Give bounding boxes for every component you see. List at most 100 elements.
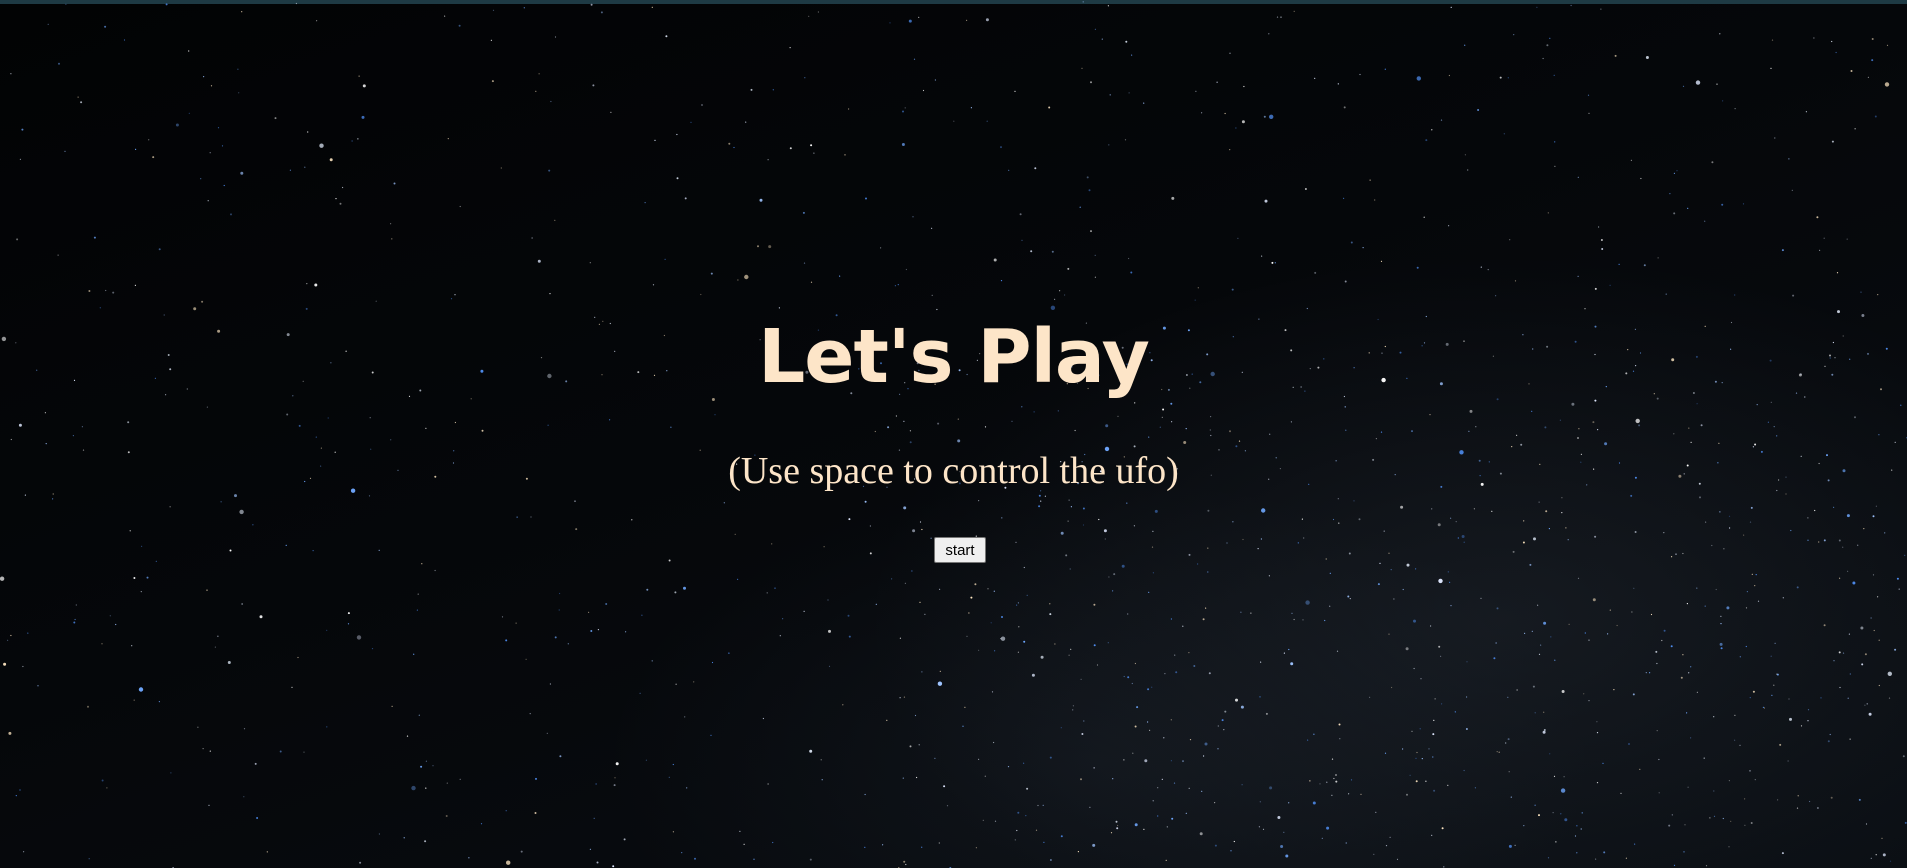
star — [1113, 573, 1116, 576]
star — [1561, 497, 1563, 499]
star — [1695, 80, 1701, 85]
star — [1283, 652, 1285, 654]
star — [1842, 652, 1845, 654]
star — [1337, 83, 1339, 85]
star — [1900, 404, 1902, 406]
star — [1522, 541, 1525, 544]
star — [202, 748, 204, 750]
star — [1193, 665, 1196, 667]
game-start-screen: Let's Play (Use space to control the ufo… — [0, 0, 1907, 868]
star — [810, 144, 813, 147]
star — [809, 858, 812, 861]
star — [789, 47, 791, 49]
star — [1723, 548, 1725, 550]
star — [418, 714, 420, 716]
star — [1258, 826, 1260, 828]
star — [1170, 618, 1172, 620]
star — [1333, 777, 1335, 780]
star — [1713, 716, 1715, 718]
star — [1314, 271, 1317, 274]
star — [1257, 548, 1259, 550]
star — [1790, 529, 1792, 532]
star — [1185, 428, 1187, 430]
star — [782, 618, 784, 620]
star — [1290, 421, 1292, 423]
star — [1104, 538, 1106, 540]
star — [1207, 571, 1209, 573]
star — [1464, 44, 1466, 46]
star — [490, 39, 492, 41]
star — [1829, 733, 1831, 736]
star — [1884, 532, 1886, 534]
star — [750, 88, 753, 91]
star — [903, 420, 905, 422]
star — [646, 588, 649, 591]
star — [1561, 690, 1565, 693]
star — [1640, 177, 1642, 180]
star — [1716, 83, 1718, 85]
star — [1276, 16, 1279, 18]
star — [575, 528, 578, 531]
star — [1031, 673, 1035, 677]
star — [1754, 779, 1756, 781]
star — [734, 533, 736, 536]
star — [454, 421, 456, 424]
star — [1280, 845, 1284, 848]
star — [1210, 434, 1212, 437]
star — [897, 284, 899, 286]
star — [1491, 510, 1493, 512]
star — [316, 20, 318, 22]
star — [1578, 428, 1580, 430]
star — [1474, 787, 1476, 789]
star — [1655, 650, 1658, 653]
star — [1019, 213, 1022, 216]
star — [1396, 858, 1399, 861]
star — [1816, 216, 1819, 219]
star — [1745, 607, 1748, 609]
star — [936, 308, 938, 311]
star — [1221, 719, 1224, 722]
star — [1523, 825, 1525, 827]
star — [1421, 758, 1423, 760]
star — [1049, 859, 1052, 861]
star — [1291, 612, 1293, 614]
star — [454, 294, 456, 296]
star — [44, 412, 47, 414]
star — [208, 804, 210, 806]
star — [937, 681, 943, 686]
star — [1450, 605, 1452, 607]
star — [1093, 603, 1096, 606]
star — [371, 648, 374, 650]
star — [1609, 609, 1611, 611]
star — [175, 123, 179, 127]
star — [1090, 81, 1092, 84]
star — [567, 643, 569, 645]
star — [1671, 556, 1673, 558]
star — [1830, 796, 1833, 799]
star — [1776, 673, 1778, 675]
star — [1533, 537, 1536, 541]
star — [827, 599, 829, 601]
star — [239, 509, 244, 515]
star — [962, 725, 964, 727]
star — [1049, 603, 1051, 605]
star — [1888, 697, 1891, 699]
star — [1818, 541, 1820, 543]
star — [217, 635, 219, 637]
star — [1411, 430, 1413, 433]
star — [1658, 792, 1660, 794]
star — [1690, 441, 1692, 443]
star — [206, 406, 208, 408]
star — [939, 670, 941, 673]
star — [295, 2, 297, 5]
star — [65, 3, 67, 5]
star — [10, 634, 12, 637]
star — [1447, 571, 1449, 573]
star — [223, 184, 225, 187]
star — [1338, 522, 1340, 524]
star — [686, 787, 688, 789]
star — [109, 615, 111, 617]
star — [1537, 604, 1539, 606]
start-button[interactable]: start — [934, 537, 986, 563]
star — [1711, 544, 1713, 547]
